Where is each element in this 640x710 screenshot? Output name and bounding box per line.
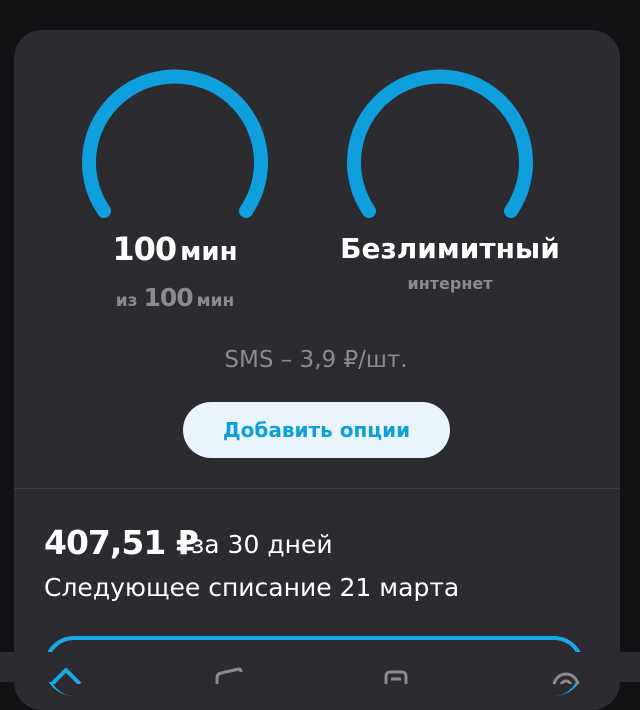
next-charge: Следующее списание 21 марта (44, 573, 460, 602)
tariff-period: за 30 дней (191, 530, 333, 559)
tariff-price: 407,51 ₽ (44, 523, 199, 562)
internet-value: Безлимитный (340, 232, 560, 265)
wallet-icon[interactable] (211, 660, 251, 684)
support-icon[interactable] (546, 660, 586, 700)
internet-label: интернет (407, 274, 493, 293)
divider (14, 488, 620, 489)
home-icon[interactable] (46, 660, 86, 686)
minutes-total: из 100 мин (115, 283, 235, 312)
internet-gauge (340, 65, 540, 225)
minutes-remaining: 100 мин (112, 230, 238, 268)
minutes-gauge (75, 65, 275, 225)
sms-price: SMS – 3,9 ₽/шт. (224, 347, 408, 373)
bottom-tab-bar (0, 652, 640, 700)
services-icon[interactable] (376, 660, 416, 690)
add-options-button[interactable]: Добавить опции (183, 402, 450, 458)
